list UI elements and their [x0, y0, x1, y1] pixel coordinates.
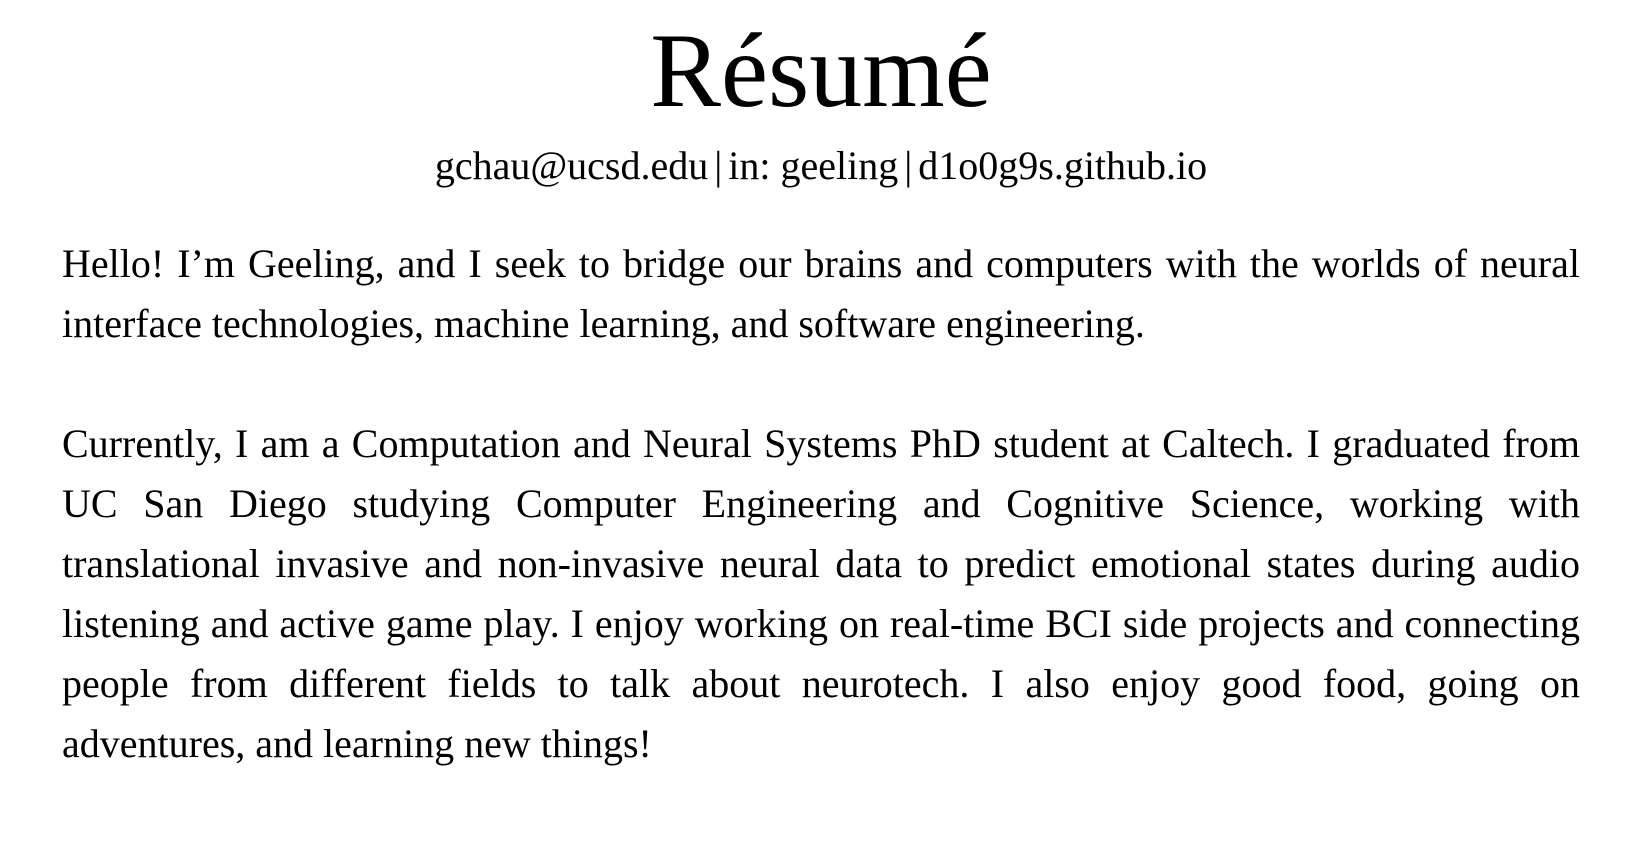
- contact-separator: |: [904, 143, 913, 188]
- email-link[interactable]: gchau@ucsd.edu: [435, 143, 708, 188]
- current-status-paragraph: Currently, I am a Computation and Neural…: [62, 421, 1580, 766]
- linkedin-link[interactable]: in: geeling: [728, 143, 898, 188]
- website-link[interactable]: d1o0g9s.github.io: [918, 143, 1207, 188]
- contact-line: gchau@ucsd.edu | in: geeling | d1o0g9s.githu…: [62, 142, 1580, 190]
- resume-page: Résumé gchau@ucsd.edu | in: geeling | d1o0g9…: [0, 0, 1642, 850]
- page-title: Résumé: [650, 12, 992, 129]
- contact-separator: |: [714, 143, 723, 188]
- intro-paragraph: Hello! I’m Geeling, and I seek to bridge…: [62, 241, 1580, 346]
